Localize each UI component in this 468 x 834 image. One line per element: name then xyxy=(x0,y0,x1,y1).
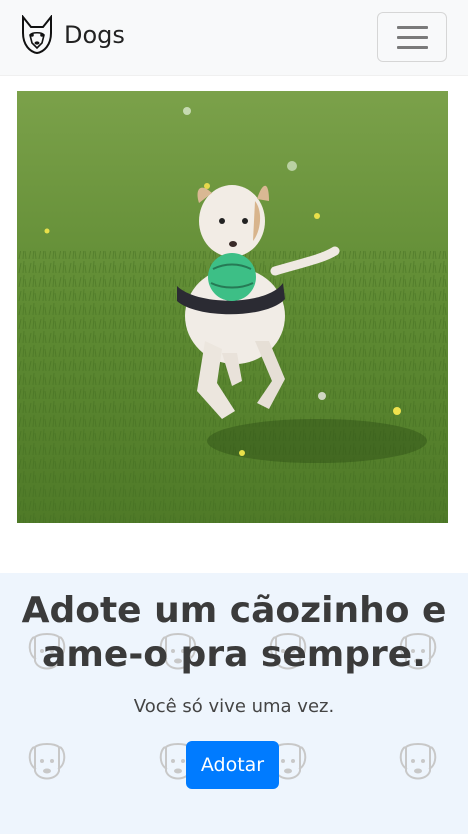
navbar: Dogs xyxy=(0,0,468,76)
cta-subtitle: Você só vive uma vez. xyxy=(133,696,335,717)
cta-title: Adote um cãozinho e ame-o pra sempre. xyxy=(21,590,447,675)
adoption-banner: Adote um cãozinho e ame-o pra sempre. Vo… xyxy=(0,573,468,834)
dog-face-outline-icon xyxy=(399,743,437,780)
hero-image xyxy=(17,91,448,523)
dog-running-photo xyxy=(17,91,448,523)
husky-head-icon xyxy=(22,15,52,55)
brand-link[interactable]: Dogs xyxy=(20,12,125,58)
adopt-button[interactable]: Adotar xyxy=(186,741,279,789)
brand-name: Dogs xyxy=(64,21,125,49)
menu-toggle-button[interactable] xyxy=(377,12,447,62)
dog-face-outline-icon xyxy=(28,743,66,780)
